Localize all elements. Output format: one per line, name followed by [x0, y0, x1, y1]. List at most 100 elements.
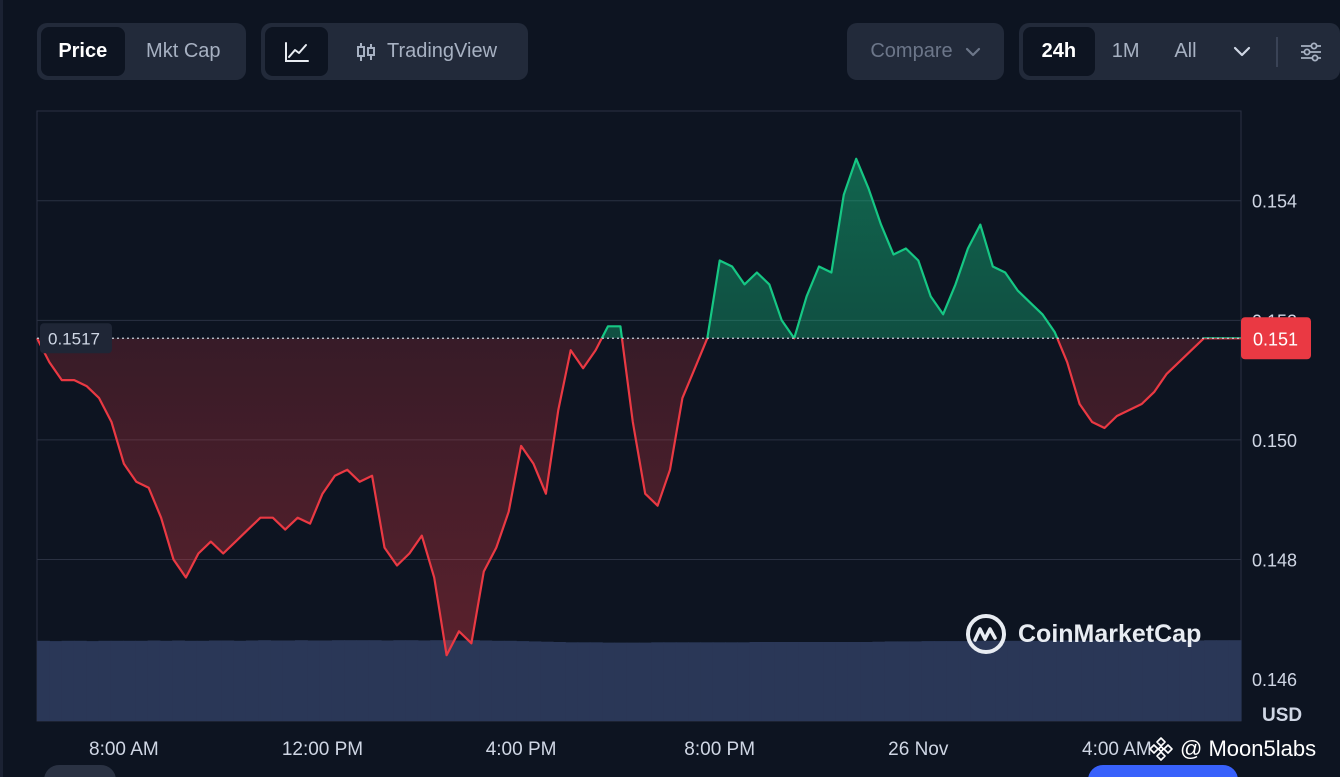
- volume-bar: [479, 640, 493, 721]
- volume-bar: [884, 641, 898, 721]
- reference-price-label: 0.1517: [40, 323, 112, 354]
- volume-bar: [602, 642, 616, 721]
- reference-price-text: 0.1517: [48, 329, 100, 348]
- volume-bar: [528, 641, 542, 721]
- volume-bar: [553, 642, 566, 721]
- source-credit: @ Moon5labs: [1148, 736, 1316, 762]
- volume-bar: [847, 642, 861, 721]
- volume-bar: [1216, 640, 1230, 721]
- volume-bar: [725, 642, 738, 721]
- volume-bar: [737, 642, 751, 721]
- volume-bar: [712, 642, 726, 721]
- volume-bar: [823, 642, 837, 721]
- x-tick-label: 12:00 PM: [282, 739, 363, 760]
- y-tick-label: 0.146: [1252, 670, 1297, 690]
- current-price-badge: 0.151: [1241, 317, 1311, 360]
- price-chart[interactable]: 0.1517 0.1540.1520.1500.1480.146 8:00 AM…: [0, 0, 1340, 777]
- volume-bar: [393, 640, 407, 721]
- volume-bar: [307, 640, 321, 721]
- volume-bar: [565, 642, 579, 721]
- volume-bar: [774, 642, 788, 721]
- volume-bar: [319, 640, 333, 721]
- volume-bar: [491, 640, 505, 721]
- volume-bar: [516, 641, 530, 721]
- volume-bar: [467, 640, 480, 721]
- volume-bar: [258, 640, 272, 721]
- volume-bar: [196, 640, 210, 721]
- volume-bar: [860, 642, 874, 721]
- area-fill-below-reference: [37, 338, 1241, 656]
- volume-bar: [749, 642, 763, 721]
- volume-bar: [159, 640, 173, 721]
- bottom-control-partial[interactable]: [44, 765, 116, 777]
- volume-bar: [270, 640, 284, 721]
- volume-bar: [577, 642, 591, 721]
- x-tick-label: 26 Nov: [888, 739, 949, 760]
- volume-bar: [811, 642, 824, 721]
- volume-bar: [49, 641, 63, 721]
- volume-bar: [147, 640, 161, 721]
- volume-bar: [368, 640, 382, 721]
- volume-bar: [37, 640, 50, 721]
- volume-bar: [110, 640, 124, 721]
- volume-bar: [331, 640, 345, 721]
- volume-bar: [86, 641, 100, 721]
- volume-bar: [897, 641, 910, 721]
- volume-bar: [798, 642, 812, 721]
- volume-bar: [295, 640, 308, 721]
- volume-bar: [872, 641, 886, 721]
- volume-bar: [184, 640, 198, 721]
- volume-bar: [123, 640, 136, 721]
- volume-bar: [73, 640, 87, 721]
- volume-bar: [430, 640, 444, 721]
- y-tick-label: 0.154: [1252, 192, 1297, 212]
- volume-bar: [761, 642, 775, 721]
- volume-bar: [786, 642, 800, 721]
- volume-bar: [663, 642, 677, 721]
- x-tick-label: 4:00 PM: [486, 739, 557, 760]
- volume-bar: [454, 640, 468, 721]
- volume-bar: [614, 642, 628, 721]
- volume-bar: [835, 642, 849, 721]
- credit-text: @ Moon5labs: [1180, 736, 1317, 761]
- bottom-action-button-partial[interactable]: [1088, 765, 1238, 777]
- coinmarketcap-watermark: CoinMarketCap: [964, 612, 1201, 656]
- volume-bar: [381, 640, 394, 721]
- current-price-text: 0.151: [1253, 329, 1298, 349]
- volume-bar: [405, 640, 419, 721]
- volume-bar: [1228, 640, 1242, 721]
- volume-bar: [1204, 640, 1218, 721]
- volume-bar: [209, 640, 222, 721]
- volume-bar: [651, 642, 665, 721]
- y-tick-label: 0.148: [1252, 551, 1297, 571]
- volume-bar: [933, 641, 947, 721]
- coinmarketcap-logo-icon: [966, 614, 1006, 654]
- volume-bar: [540, 641, 554, 721]
- volume-bar: [675, 642, 689, 721]
- y-unit-label: USD: [1262, 705, 1302, 726]
- volume-bar: [98, 640, 112, 721]
- volume-bar: [233, 640, 247, 721]
- volume-bar: [417, 640, 431, 721]
- x-tick-label: 4:00 AM: [1082, 739, 1152, 760]
- x-tick-label: 8:00 AM: [89, 739, 159, 760]
- volume-bar: [135, 640, 149, 721]
- y-tick-label: 0.150: [1252, 431, 1297, 451]
- x-tick-label: 8:00 PM: [684, 739, 755, 760]
- binance-logo-icon: [1149, 737, 1173, 761]
- volume-bar: [700, 642, 714, 721]
- volume-bar: [221, 640, 235, 721]
- volume-bar: [946, 641, 960, 721]
- watermark-text: CoinMarketCap: [1018, 619, 1202, 648]
- volume-bar: [245, 640, 259, 721]
- volume-bar: [282, 640, 296, 721]
- volume-bar: [589, 642, 603, 721]
- volume-bar: [626, 642, 640, 721]
- volume-bar: [639, 642, 652, 721]
- volume-bar: [688, 642, 702, 721]
- volume-bar: [921, 641, 935, 721]
- volume-bar: [356, 640, 370, 721]
- volume-bar: [61, 640, 75, 721]
- volume-bar: [503, 640, 517, 721]
- volume-bar: [909, 641, 923, 721]
